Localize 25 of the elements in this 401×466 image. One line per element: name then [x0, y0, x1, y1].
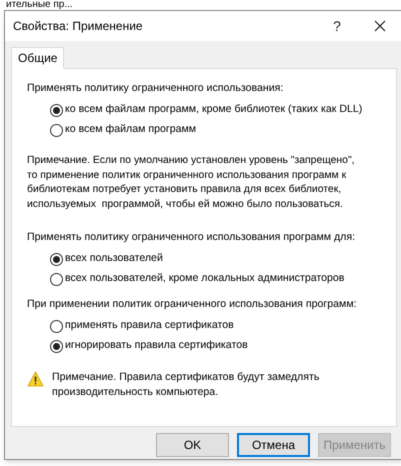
warning-icon — [27, 371, 44, 387]
warning-text: Примечание. Правила сертификатов будут замедлять производительность компьютера. — [52, 370, 320, 400]
radio-button[interactable] — [50, 124, 63, 136]
radio-label[interactable]: всех пользователей, кроме локальных администраторов — [65, 271, 344, 287]
tab[interactable]: Общие — [11, 47, 64, 69]
radio-label[interactable]: ко всем файлам программ — [65, 122, 196, 138]
group-heading: При применении политик ограниченного использования программ: — [27, 297, 358, 312]
radio-label[interactable]: ко всем файлам программ, кроме библиотек (таких как DLL) — [65, 102, 362, 118]
window-title: Свойства: Применение — [13, 18, 144, 35]
radio-button[interactable] — [50, 252, 63, 266]
dialog-button[interactable]: OK — [156, 433, 229, 457]
radio-label[interactable]: игнорировать правила сертификатов — [65, 338, 248, 354]
radio-button[interactable] — [50, 320, 63, 332]
radio-label[interactable]: применять правила сертификатов — [65, 318, 234, 334]
radio-button[interactable] — [50, 104, 63, 116]
group-heading: Применять политику ограниченного использования: — [27, 81, 284, 96]
help-button[interactable]: ? — [317, 11, 357, 41]
background-window-text: ительные пр... — [6, 0, 73, 10]
radio-button[interactable] — [50, 340, 63, 352]
radio-label[interactable]: всех пользователей — [65, 251, 163, 267]
dialog-button[interactable]: Отмена — [237, 433, 310, 457]
close-icon — [374, 20, 386, 32]
group-heading: Применять политику ограниченного использования программ для: — [27, 230, 356, 245]
note-text: Примечание. Если по умолчанию установлен уровень "запрещено", то применение политик ограниченного использования программ к библиотекам потребует установить правила для всех библиотек, используемых программой, чтобы ей можно было пользоваться. — [27, 154, 356, 212]
radio-button[interactable] — [50, 272, 63, 286]
